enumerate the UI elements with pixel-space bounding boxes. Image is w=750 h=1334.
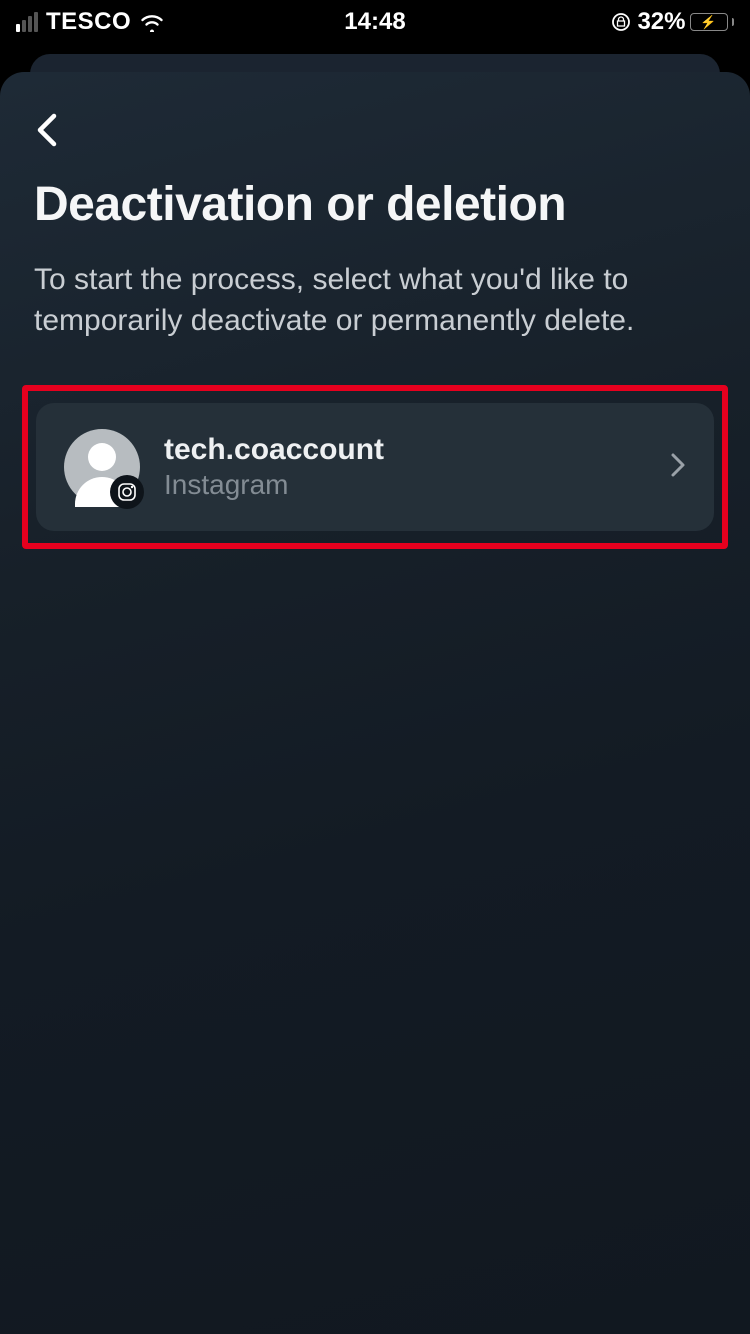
account-row[interactable]: tech.coaccount Instagram [36,403,714,531]
chevron-right-icon [670,452,686,483]
status-right: 32% ⚡ [611,8,734,36]
page-subtitle: To start the process, select what you'd … [34,260,716,341]
account-text: tech.coaccount Instagram [164,433,646,501]
avatar [64,429,140,505]
wifi-icon [139,12,165,32]
status-left: TESCO [16,8,165,36]
back-button[interactable] [34,104,60,172]
battery-icon: ⚡ [690,13,728,31]
status-bar: TESCO 14:48 32% ⚡ [0,0,750,44]
rotation-lock-icon [611,12,631,32]
battery-indicator: 32% ⚡ [637,8,734,36]
account-platform: Instagram [164,469,646,501]
main-sheet: Deactivation or deletion To start the pr… [0,72,750,1334]
status-time: 14:48 [344,8,405,36]
page-title: Deactivation or deletion [34,177,716,232]
battery-pct-label: 32% [637,8,685,36]
account-username: tech.coaccount [164,433,646,467]
carrier-label: TESCO [46,8,131,36]
highlight-annotation: tech.coaccount Instagram [22,385,728,549]
instagram-icon [110,475,144,509]
signal-icon [16,12,38,32]
